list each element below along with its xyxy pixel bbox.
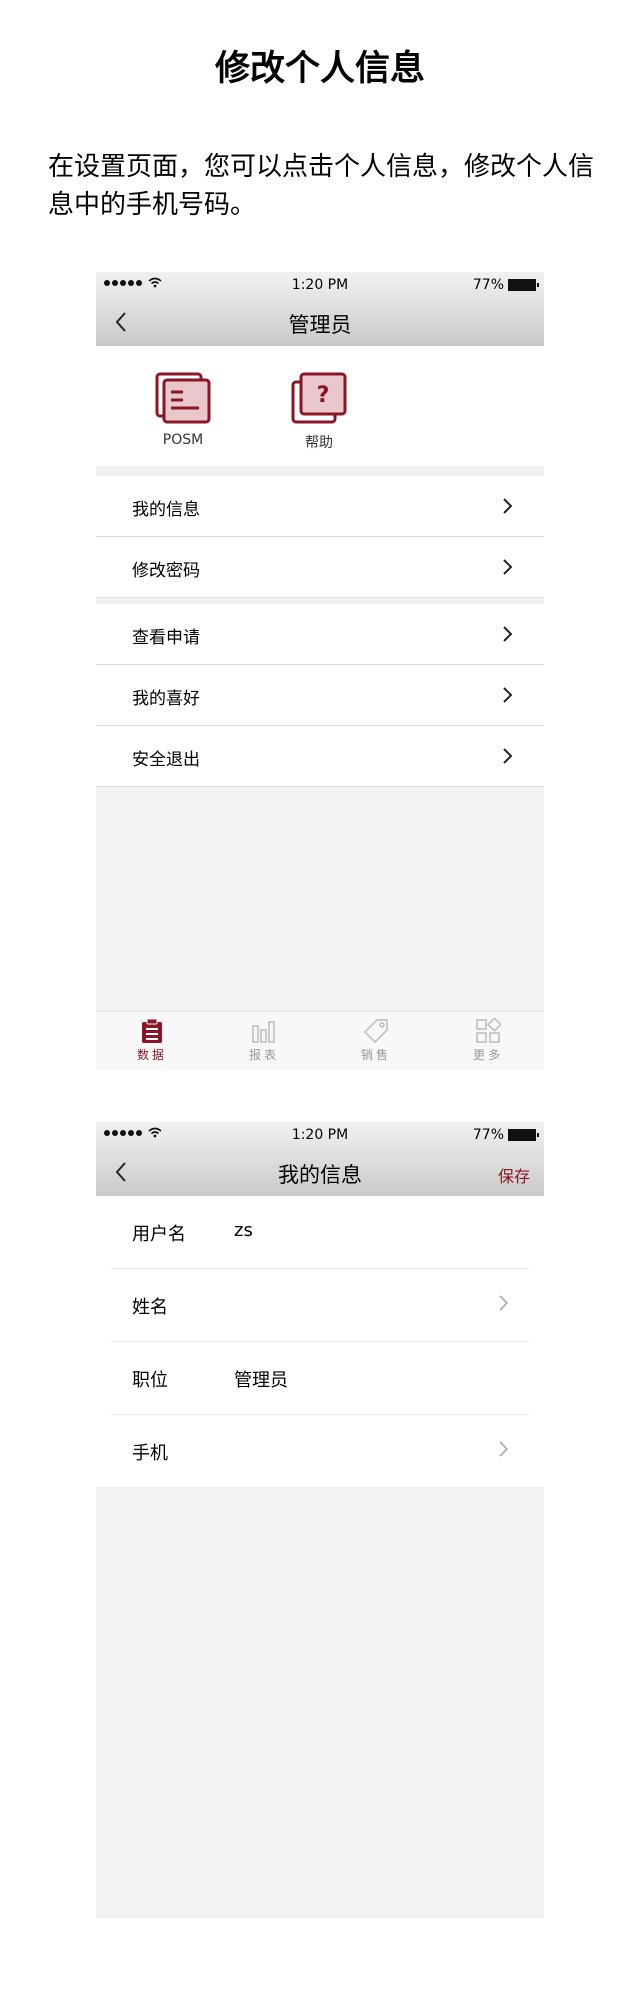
field-label: 用户名 xyxy=(132,1224,186,1245)
status-bar: 1:20 PM 77% xyxy=(96,272,544,298)
menu-item-label: 安全退出 xyxy=(132,750,200,770)
intro-text: 在设置页面，您可以点击个人信息，修改个人信息中的手机号码。 xyxy=(48,152,595,220)
battery-icon xyxy=(508,279,539,291)
menu-item-label: 我的喜好 xyxy=(132,689,200,709)
nav-title: 管理员 xyxy=(288,313,352,337)
field-label: 手机 xyxy=(132,1443,168,1464)
tab-sales[interactable]: 销售 xyxy=(320,1012,432,1070)
price-tag-icon xyxy=(363,1019,388,1044)
help-icon: ? xyxy=(291,372,347,424)
status-bar: 1:20 PM 77% xyxy=(96,1122,544,1148)
chevron-right-icon xyxy=(503,559,512,575)
tab-bar: 数据 报表 销售 更多 xyxy=(96,1011,544,1070)
posm-button[interactable]: POSM xyxy=(128,372,238,448)
chevron-right-icon xyxy=(499,1441,508,1457)
menu-item-view-applications[interactable]: 查看申请 xyxy=(96,604,544,665)
field-label: 职位 xyxy=(132,1370,168,1391)
menu-item-logout[interactable]: 安全退出 xyxy=(96,726,544,787)
save-button[interactable]: 保存 xyxy=(498,1163,530,1187)
field-name[interactable]: 姓名 xyxy=(110,1269,530,1342)
field-position: 职位 管理员 xyxy=(110,1342,530,1415)
quick-action-label: 帮助 xyxy=(305,435,333,451)
tab-label: 销售 xyxy=(360,1048,391,1062)
clipboard-icon xyxy=(142,1018,162,1043)
menu-item-label: 查看申请 xyxy=(132,628,200,648)
tab-reports[interactable]: 报表 xyxy=(208,1012,320,1070)
menu-item-label: 我的信息 xyxy=(132,500,200,520)
nav-title: 我的信息 xyxy=(278,1163,362,1187)
chevron-right-icon xyxy=(499,1295,508,1311)
tab-label: 更多 xyxy=(472,1048,503,1062)
field-username: 用户名 zs xyxy=(110,1196,530,1269)
quick-actions: POSM ? 帮助 xyxy=(96,346,544,466)
svg-text:?: ? xyxy=(317,383,330,408)
chevron-right-icon xyxy=(503,687,512,703)
tab-data[interactable]: 数据 xyxy=(96,1012,208,1070)
section-divider xyxy=(96,466,544,476)
menu-item-change-password[interactable]: 修改密码 xyxy=(96,537,544,598)
menu-item-label: 修改密码 xyxy=(132,561,200,581)
field-value: 管理员 xyxy=(234,1370,288,1391)
phone-screen-admin: 1:20 PM 77% 管理员 POSM ? 帮助 我的信息 修改密码 查看申请… xyxy=(96,272,544,1070)
help-button[interactable]: ? 帮助 xyxy=(264,372,374,452)
battery-icon xyxy=(508,1129,539,1141)
tab-label: 数据 xyxy=(136,1048,167,1062)
bar-chart-icon xyxy=(252,1021,275,1043)
menu-item-my-preferences[interactable]: 我的喜好 xyxy=(96,665,544,726)
page-title: 修改个人信息 xyxy=(214,49,425,89)
chevron-right-icon xyxy=(503,626,512,642)
menu-item-my-info[interactable]: 我的信息 xyxy=(96,476,544,537)
grid-icon xyxy=(476,1018,501,1043)
tab-label: 报表 xyxy=(248,1048,279,1062)
field-value: zs xyxy=(234,1220,253,1241)
phone-screen-my-info: 1:20 PM 77% 我的信息 保存 用户名 zs 姓名 职位 管理员 手机 xyxy=(96,1122,544,1918)
posm-icon xyxy=(155,372,211,424)
nav-bar: 管理员 xyxy=(96,298,544,346)
info-list: 用户名 zs 姓名 职位 管理员 手机 xyxy=(96,1196,544,1487)
chevron-right-icon xyxy=(503,498,512,514)
quick-action-label: POSM xyxy=(162,432,204,448)
battery-percent: 77% xyxy=(472,277,504,293)
nav-bar: 我的信息 保存 xyxy=(96,1148,544,1196)
field-phone[interactable]: 手机 xyxy=(110,1415,530,1487)
battery-percent: 77% xyxy=(472,1127,504,1143)
chevron-right-icon xyxy=(503,748,512,764)
field-label: 姓名 xyxy=(132,1297,168,1318)
tab-more[interactable]: 更多 xyxy=(432,1012,544,1070)
